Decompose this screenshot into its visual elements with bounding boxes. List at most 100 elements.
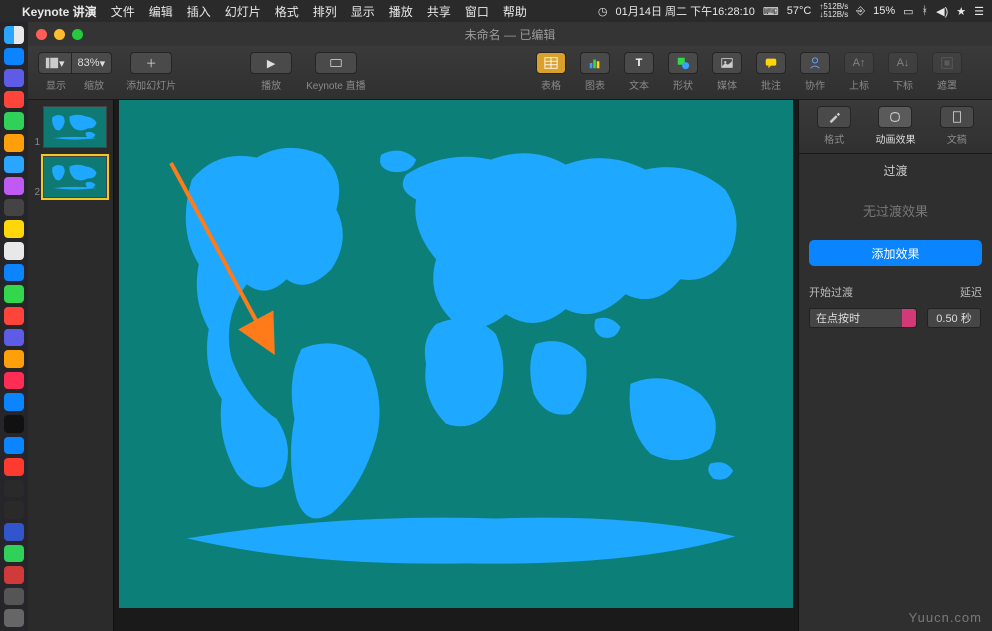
- app-menu[interactable]: Keynote 讲演: [22, 3, 97, 20]
- menu-file[interactable]: 文件: [111, 3, 135, 20]
- dock-app[interactable]: [4, 458, 24, 476]
- dock-app[interactable]: [4, 199, 24, 217]
- delay-label: 延迟: [936, 284, 982, 300]
- status-temp: 57°C: [787, 5, 812, 17]
- watermark: Yuucn.com: [909, 610, 982, 625]
- chart-button[interactable]: [580, 52, 610, 74]
- menu-format[interactable]: 格式: [275, 3, 299, 20]
- window-zoom-button[interactable]: [72, 29, 83, 40]
- inspector-tab-animate[interactable]: [878, 106, 912, 128]
- dock-app[interactable]: [4, 501, 24, 519]
- zoom-select[interactable]: 83%▾: [72, 52, 113, 74]
- dock-app[interactable]: [4, 437, 24, 455]
- inspector-tab-format[interactable]: [817, 106, 851, 128]
- window-title: 未命名 — 已编辑: [465, 26, 556, 43]
- mask-button[interactable]: [932, 52, 962, 74]
- dock-app[interactable]: [4, 372, 24, 390]
- inspector-tab-document-label: 文稿: [947, 131, 967, 146]
- shape-button[interactable]: [668, 52, 698, 74]
- slide-number: 1: [32, 137, 40, 148]
- menu-help[interactable]: 帮助: [503, 3, 527, 20]
- menu-slide[interactable]: 幻灯片: [225, 3, 261, 20]
- menu-arrange[interactable]: 排列: [313, 3, 337, 20]
- play-label: 播放: [261, 77, 281, 92]
- collab-button[interactable]: [800, 52, 830, 74]
- dock-app[interactable]: [4, 264, 24, 282]
- dock-app[interactable]: [4, 91, 24, 109]
- dock-app[interactable]: [4, 329, 24, 347]
- inspector-tab-format-label: 格式: [824, 131, 844, 146]
- dock-app[interactable]: [4, 523, 24, 541]
- text-button[interactable]: T: [624, 52, 654, 74]
- comment-button[interactable]: [756, 52, 786, 74]
- status-battery: 15%: [873, 5, 895, 17]
- world-map-icon: [48, 111, 102, 143]
- media-button[interactable]: [712, 52, 742, 74]
- dock-app[interactable]: [4, 156, 24, 174]
- menu-play[interactable]: 播放: [389, 3, 413, 20]
- dock-app[interactable]: [4, 480, 24, 498]
- clock-icon: ◷: [598, 5, 608, 18]
- world-map-shape[interactable]: [137, 118, 775, 590]
- dock-app[interactable]: [4, 566, 24, 584]
- start-transition-select[interactable]: 在点按时: [809, 308, 917, 328]
- dock-app[interactable]: [4, 285, 24, 303]
- star-icon[interactable]: ★: [956, 5, 966, 18]
- subscript-button[interactable]: A↓: [888, 52, 918, 74]
- dock-app[interactable]: [4, 112, 24, 130]
- window-close-button[interactable]: [36, 29, 47, 40]
- macos-dock: [0, 22, 28, 631]
- table-label: 表格: [541, 77, 561, 92]
- table-button[interactable]: [536, 52, 566, 74]
- current-slide[interactable]: [119, 100, 793, 608]
- add-slide-button[interactable]: ＋: [130, 52, 172, 74]
- dock-finder[interactable]: [4, 26, 24, 44]
- status-net-down: ↓512B/s: [819, 11, 848, 19]
- dock-app[interactable]: [4, 177, 24, 195]
- delay-field[interactable]: 0.50 秒: [927, 308, 981, 328]
- volume-icon[interactable]: ◀): [936, 5, 948, 18]
- inspector-tab-document[interactable]: [940, 106, 974, 128]
- menu-view[interactable]: 显示: [351, 3, 375, 20]
- keynote-live-button[interactable]: [315, 52, 357, 74]
- dock-trash[interactable]: [4, 609, 24, 627]
- menu-share[interactable]: 共享: [427, 3, 451, 20]
- superscript-label: 上标: [849, 77, 869, 92]
- collab-label: 协作: [805, 77, 825, 92]
- battery-icon: ▭: [903, 5, 913, 18]
- dock-app[interactable]: [4, 393, 24, 411]
- dock-app[interactable]: [4, 134, 24, 152]
- toolbar: ▾ 83%▾ 显示缩放 ＋ 添加幻灯片 ▶ 播放 Keynote 直播 表格 图…: [28, 46, 992, 100]
- menu-insert[interactable]: 插入: [187, 3, 211, 20]
- dock-app[interactable]: [4, 415, 24, 433]
- view-button[interactable]: ▾: [38, 52, 72, 74]
- inspector-tab-animate-label: 动画效果: [875, 131, 915, 146]
- slide-thumb-2[interactable]: 2: [32, 156, 109, 198]
- dock-app[interactable]: [4, 48, 24, 66]
- menu-window[interactable]: 窗口: [465, 3, 489, 20]
- dock-app[interactable]: [4, 588, 24, 606]
- status-switch-icon[interactable]: ⎆: [856, 5, 865, 18]
- slide-navigator: 1 2: [28, 100, 114, 631]
- status-keyboard-icon[interactable]: ⌨: [763, 5, 779, 18]
- slide-thumb-1[interactable]: 1: [32, 106, 109, 148]
- shape-label: 形状: [673, 77, 693, 92]
- subscript-label: 下标: [893, 77, 913, 92]
- superscript-button[interactable]: A↑: [844, 52, 874, 74]
- play-button[interactable]: ▶: [250, 52, 292, 74]
- dock-app[interactable]: [4, 69, 24, 87]
- dock-app[interactable]: [4, 220, 24, 238]
- dock-app[interactable]: [4, 307, 24, 325]
- bluetooth-icon[interactable]: ᚼ: [922, 5, 929, 17]
- add-effect-button[interactable]: 添加效果: [809, 240, 982, 266]
- slide-canvas[interactable]: [114, 100, 798, 631]
- dock-app[interactable]: [4, 242, 24, 260]
- window-minimize-button[interactable]: [54, 29, 65, 40]
- dock-app[interactable]: [4, 350, 24, 368]
- menubar-status: ◷ 01月14日 周二 下午16:28:10 ⌨ 57°C ↑512B/s ↓5…: [598, 3, 984, 19]
- search-icon[interactable]: ☰: [974, 5, 984, 18]
- add-slide-label: 添加幻灯片: [126, 77, 176, 92]
- dock-app[interactable]: [4, 545, 24, 563]
- chart-label: 图表: [585, 77, 605, 92]
- menu-edit[interactable]: 编辑: [149, 3, 173, 20]
